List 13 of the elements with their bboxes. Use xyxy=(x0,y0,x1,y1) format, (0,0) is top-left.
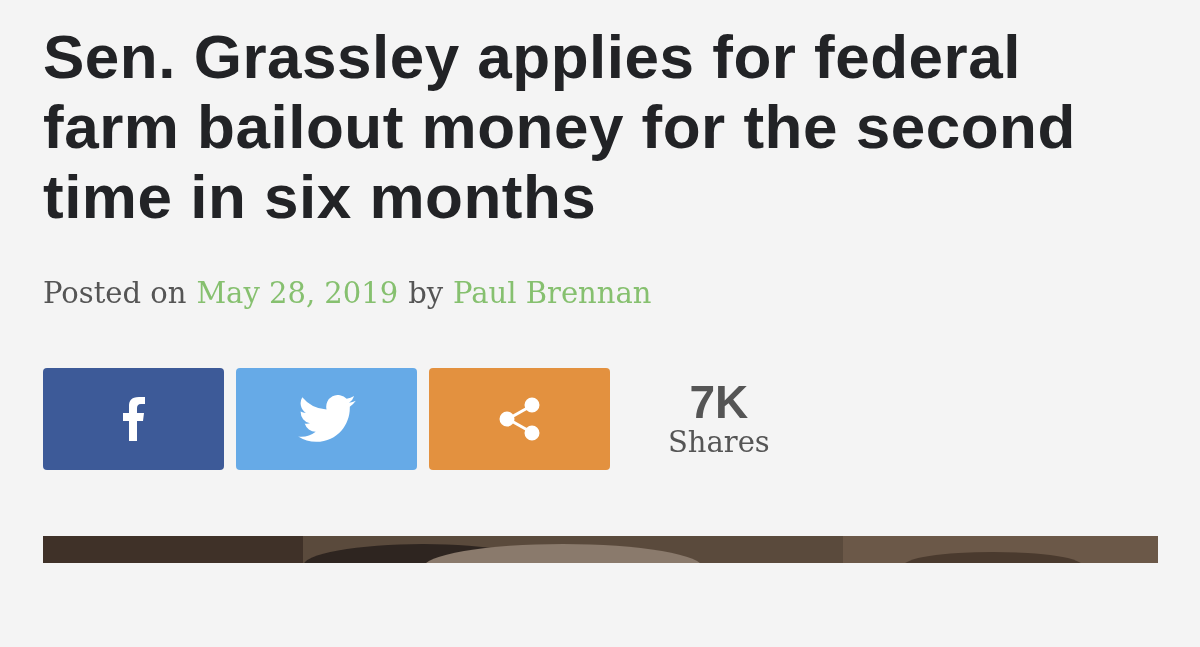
share-share-button[interactable] xyxy=(429,368,610,470)
byline-text: by xyxy=(408,276,444,310)
byline-text: Posted on xyxy=(43,276,187,310)
author-link[interactable]: Paul Brennan xyxy=(453,276,652,310)
share-icon xyxy=(497,397,542,441)
share-label: Shares xyxy=(668,425,770,459)
article-headline: Sen. Grassley applies for federal farm bailout money for the second time in six months xyxy=(43,22,1077,232)
bird-icon xyxy=(297,395,356,443)
twitter-share-button[interactable] xyxy=(236,368,417,470)
facebook-icon xyxy=(122,397,145,441)
facebook-share-button[interactable] xyxy=(43,368,224,470)
share-count: 7K xyxy=(689,379,749,425)
date-link[interactable]: May 28, 2019 xyxy=(196,276,399,310)
